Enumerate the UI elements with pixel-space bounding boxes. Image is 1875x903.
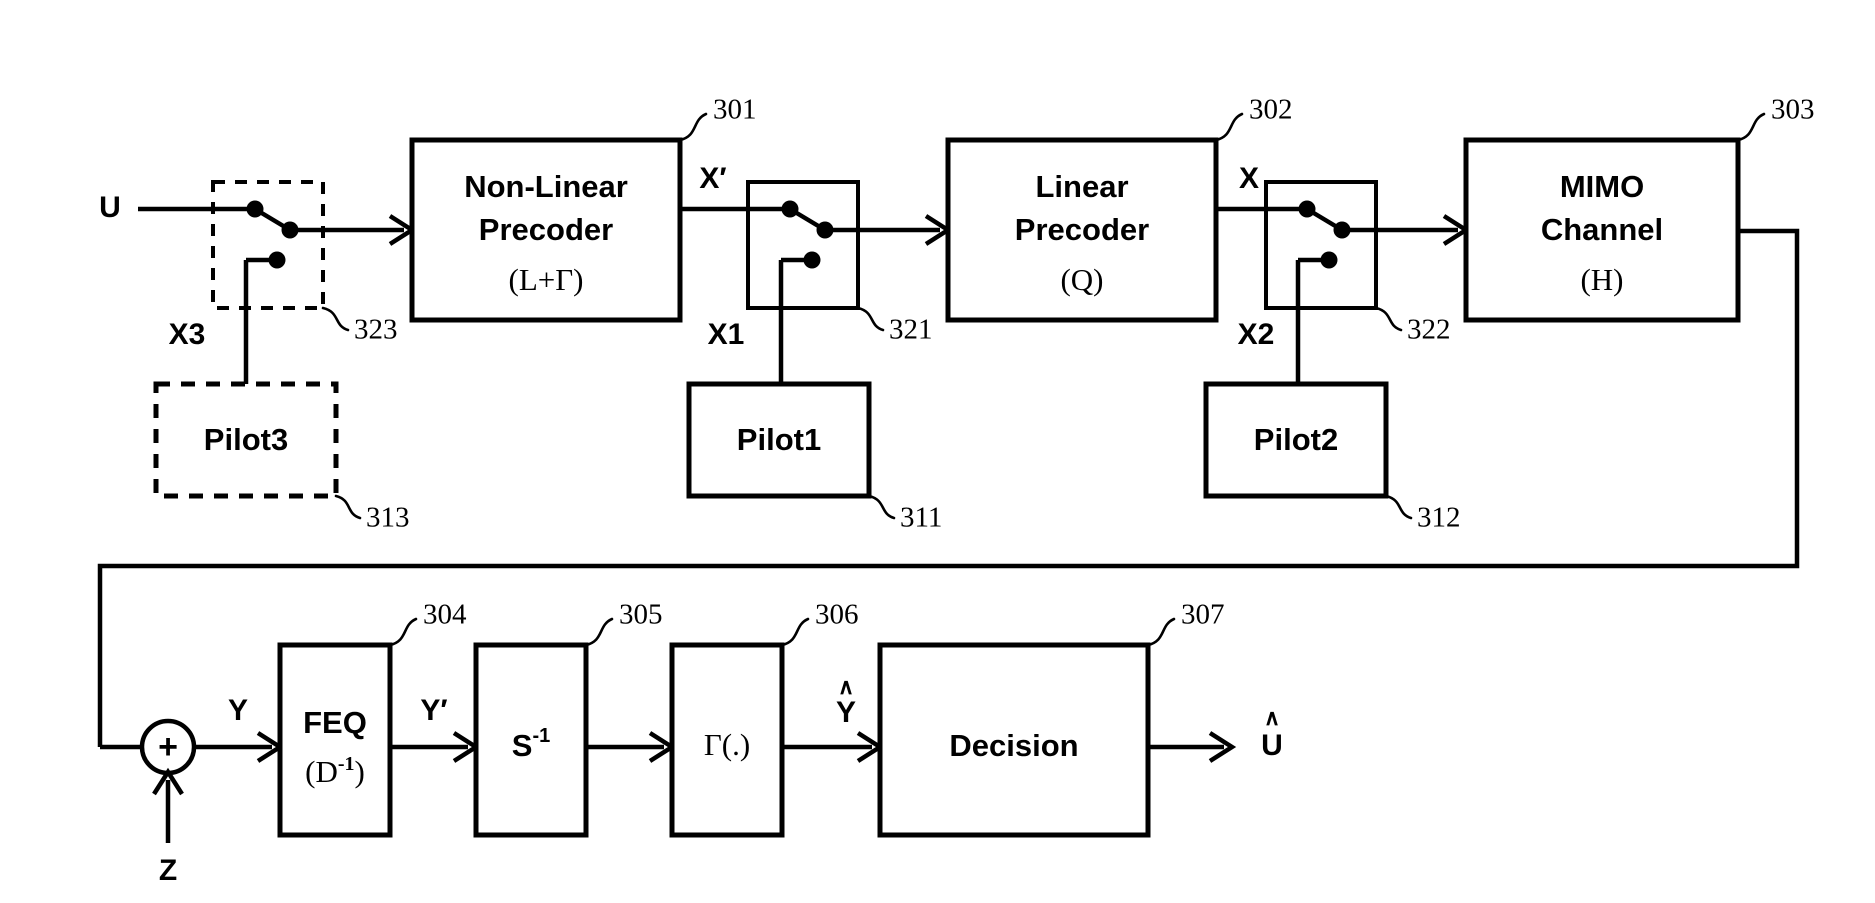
ref-301: 301	[713, 94, 757, 126]
block-diagram-svg: Pilot3 313 323 Non-Linear Precoder (L+Γ)…	[97, 94, 1815, 887]
wire-gamma-to-decision	[782, 731, 885, 763]
signal-x3: X3	[169, 318, 206, 351]
leader-312: 312	[1384, 494, 1461, 534]
wire-323-to-nlp	[290, 214, 417, 246]
signal-x2: X2	[1238, 318, 1275, 351]
pilot2-label: Pilot2	[1254, 422, 1338, 457]
wire-322-to-mimo	[1342, 214, 1471, 246]
leader-301: 301	[678, 94, 757, 142]
summing-node: +	[139, 718, 197, 776]
signal-x1: X1	[708, 318, 745, 351]
block-gamma: Γ(.)	[669, 642, 785, 838]
mimo-line1: MIMO	[1560, 169, 1644, 204]
ref-313: 313	[366, 502, 410, 534]
signal-y: Y	[228, 694, 248, 727]
leader-304: 304	[388, 599, 467, 647]
wire-s-to-gamma	[586, 731, 677, 763]
signal-x: X	[1239, 162, 1259, 195]
gamma-label: Γ(.)	[704, 727, 750, 762]
signal-x-prime: X′	[699, 162, 726, 195]
wire-z-noise: Z	[152, 767, 184, 887]
signal-y-hat: Y	[836, 696, 856, 729]
leader-307: 307	[1146, 599, 1225, 647]
ref-311: 311	[900, 502, 942, 534]
lp-line3: (Q)	[1060, 262, 1103, 297]
block-s-inverse: S-1	[473, 642, 589, 838]
switch-321[interactable]	[746, 180, 860, 384]
block-pilot3: Pilot3	[153, 381, 339, 499]
leader-306: 306	[780, 599, 859, 647]
ref-303: 303	[1771, 94, 1815, 126]
lp-line1: Linear	[1035, 169, 1128, 204]
signal-u-hat: U	[1261, 729, 1283, 762]
switch-323[interactable]	[211, 180, 325, 384]
nlp-line1: Non-Linear	[464, 169, 628, 204]
block-pilot1: Pilot1	[686, 381, 872, 499]
signal-z: Z	[159, 854, 177, 887]
signal-y-prime: Y′	[420, 694, 447, 727]
switch-322[interactable]	[1264, 180, 1378, 384]
nlp-line3: (L+Γ)	[509, 262, 584, 297]
feq-line1: FEQ	[303, 705, 367, 740]
ref-307: 307	[1181, 599, 1225, 631]
leader-321: 321	[856, 306, 933, 346]
ref-323: 323	[354, 314, 398, 346]
pilot1-label: Pilot1	[737, 422, 821, 457]
block-feq: FEQ (D-1)	[277, 642, 393, 838]
mimo-line3: (H)	[1580, 262, 1623, 297]
wire-321-to-lp	[825, 214, 953, 246]
block-non-linear-precoder: Non-Linear Precoder (L+Γ)	[409, 137, 683, 323]
sum-symbol: +	[158, 728, 178, 766]
feq-line2: (D-1)	[305, 753, 365, 790]
ref-302: 302	[1249, 94, 1293, 126]
figure-canvas: Pilot3 313 323 Non-Linear Precoder (L+Γ)…	[0, 0, 1875, 903]
wire-yprime	[390, 731, 481, 763]
ref-306: 306	[815, 599, 859, 631]
wire-uhat-output	[1148, 731, 1237, 763]
wire-y	[194, 731, 285, 763]
ref-321: 321	[889, 314, 933, 346]
block-pilot2: Pilot2	[1203, 381, 1389, 499]
mimo-line2: Channel	[1541, 212, 1663, 247]
ref-322: 322	[1407, 314, 1451, 346]
ref-304: 304	[423, 599, 467, 631]
leader-303: 303	[1736, 94, 1815, 142]
decision-label: Decision	[949, 728, 1078, 763]
block-mimo-channel: MIMO Channel (H)	[1463, 137, 1741, 323]
ref-312: 312	[1417, 502, 1461, 534]
block-linear-precoder: Linear Precoder (Q)	[945, 137, 1219, 323]
signal-u: U	[99, 191, 121, 224]
ref-305: 305	[619, 599, 663, 631]
leader-313: 313	[334, 494, 410, 534]
pilot3-label: Pilot3	[204, 422, 288, 457]
leader-305: 305	[584, 599, 663, 647]
block-decision: Decision	[877, 642, 1151, 838]
leader-311: 311	[867, 494, 942, 534]
leader-302: 302	[1214, 94, 1293, 142]
signal-u-hat-mark: ∧	[1264, 705, 1280, 730]
lp-line2: Precoder	[1015, 212, 1149, 247]
leader-322: 322	[1374, 306, 1451, 346]
leader-323: 323	[321, 306, 398, 346]
nlp-line2: Precoder	[479, 212, 613, 247]
